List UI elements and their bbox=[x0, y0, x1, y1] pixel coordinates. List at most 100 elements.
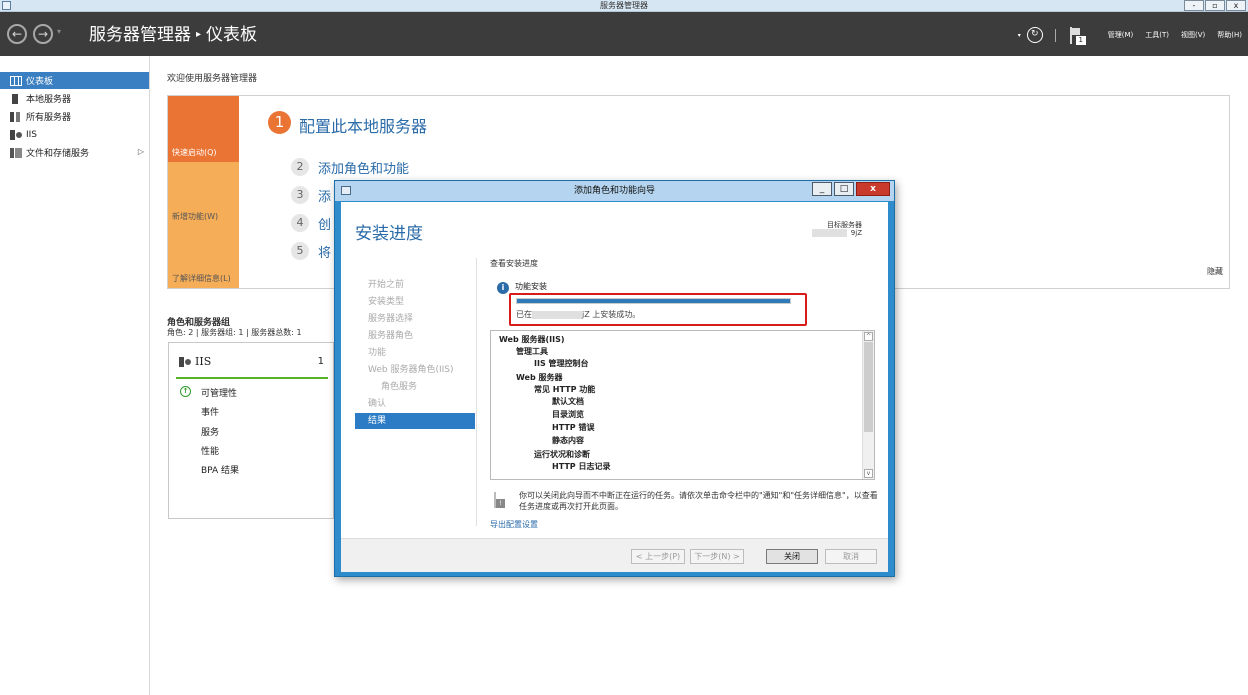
sidebar-item-local-server[interactable]: 本地服务器 bbox=[0, 90, 149, 107]
scroll-thumb[interactable] bbox=[864, 342, 873, 432]
card-row-performance[interactable]: 性能 bbox=[201, 444, 219, 457]
iis-role-card[interactable]: IIS 1 ↑ 可管理性 事件 服务 性能 BPA 结果 bbox=[168, 342, 334, 519]
wizard-step-web-server-role: Web 服务器角色(IIS) bbox=[368, 365, 454, 375]
tile-learn-more[interactable]: 了解详细信息(L) bbox=[168, 226, 239, 288]
step-3-link[interactable]: 添 bbox=[318, 186, 331, 205]
step-number: 4 bbox=[291, 214, 309, 232]
wizard-step-install-type: 安装类型 bbox=[368, 297, 405, 307]
status-up-icon: ↑ bbox=[180, 386, 191, 397]
tree-item: 管理工具 bbox=[516, 347, 548, 356]
next-button[interactable]: 下一步(N) > bbox=[690, 549, 744, 564]
restore-button[interactable]: ▫ bbox=[1205, 0, 1225, 11]
tree-item: HTTP 日志记录 bbox=[552, 462, 611, 471]
servers-icon bbox=[10, 111, 22, 122]
notifications-flag-icon[interactable]: 1 bbox=[1068, 26, 1086, 45]
menu-help[interactable]: 帮助(H) bbox=[1217, 30, 1242, 40]
tree-item: Web 服务器(IIS) bbox=[499, 335, 565, 344]
tree-item: 默认文档 bbox=[552, 397, 584, 406]
breadcrumb-root[interactable]: 服务器管理器 bbox=[89, 25, 191, 45]
card-row-services[interactable]: 服务 bbox=[201, 425, 219, 438]
notification-count-badge: 1 bbox=[1075, 35, 1086, 45]
export-config-link[interactable]: 导出配置设置 bbox=[490, 519, 538, 530]
tree-item: HTTP 错误 bbox=[552, 423, 595, 432]
cancel-button[interactable]: 取消 bbox=[825, 549, 877, 564]
nav-divider bbox=[1054, 28, 1056, 42]
tree-item: IIS 管理控制台 bbox=[534, 359, 589, 368]
sidebar-item-label: 本地服务器 bbox=[26, 95, 72, 105]
tree-scrollbar[interactable]: ^ v bbox=[862, 331, 874, 479]
chevron-right-icon[interactable]: ▷ bbox=[138, 147, 144, 156]
dialog-maximize-button[interactable]: □ bbox=[834, 182, 854, 196]
sidebar-item-dashboard[interactable]: 仪表板 bbox=[0, 72, 149, 89]
prev-button[interactable]: < 上一步(P) bbox=[631, 549, 685, 564]
dialog-close-button[interactable]: x bbox=[856, 182, 890, 196]
forward-arrow-icon[interactable]: → bbox=[33, 24, 53, 44]
dialog-controls: _ □ x bbox=[810, 182, 890, 196]
nav-right: ▾ ↻ 1 管理(M) 工具(T) 视图(V) 帮助(H) bbox=[1018, 26, 1242, 45]
tree-item: 目录浏览 bbox=[552, 410, 584, 419]
installed-features-tree[interactable]: Web 服务器(IIS) 管理工具 IIS 管理控制台 Web 服务器 常见 H… bbox=[490, 330, 875, 480]
dialog-titlebar: 添加角色和功能向导 _ □ x bbox=[335, 181, 894, 201]
hide-link[interactable]: 隐藏 bbox=[1207, 266, 1223, 277]
nav-divider bbox=[476, 258, 477, 526]
scroll-down-icon[interactable]: v bbox=[864, 469, 873, 478]
wizard-step-features: 功能 bbox=[368, 348, 387, 358]
status-bar bbox=[176, 377, 328, 379]
tile-whats-new[interactable]: 新增功能(W) bbox=[168, 162, 239, 226]
dialog-body: 安装进度 目标服务器 9jZ 开始之前 安装类型 服务器选择 服务器角色 功能 … bbox=[341, 202, 888, 572]
dashboard-icon bbox=[10, 75, 22, 86]
history-dropdown-icon[interactable]: ▾ bbox=[57, 27, 61, 36]
breadcrumb-separator-icon: ▸ bbox=[196, 29, 202, 40]
add-roles-wizard-dialog: 添加角色和功能向导 _ □ x 安装进度 目标服务器 9jZ 开始之前 安装类型… bbox=[334, 180, 895, 577]
tree-item: 常见 HTTP 功能 bbox=[534, 385, 596, 394]
dialog-title: 添加角色和功能向导 bbox=[573, 186, 655, 196]
iis-icon bbox=[179, 356, 191, 367]
back-arrow-icon[interactable]: ← bbox=[7, 24, 27, 44]
red-highlight-box bbox=[509, 293, 807, 326]
step-number: 2 bbox=[291, 158, 309, 176]
step-add-roles[interactable]: 添加角色和功能 bbox=[318, 158, 409, 177]
step-number: 5 bbox=[291, 242, 309, 260]
tree-item: 静态内容 bbox=[552, 436, 584, 445]
window-titlebar: 服务器管理器 - ▫ x bbox=[0, 0, 1248, 12]
tile-quick-start[interactable]: 快速启动(Q) bbox=[168, 96, 239, 162]
sidebar-item-label: 仪表板 bbox=[26, 77, 54, 87]
step-5-link[interactable]: 将 bbox=[318, 242, 331, 261]
breadcrumb: 服务器管理器 ▸ 仪表板 bbox=[89, 24, 257, 46]
feature-install-label: 功能安装 bbox=[515, 282, 547, 291]
notification-flag-icon: ! bbox=[493, 492, 505, 508]
sidebar: 仪表板 本地服务器 所有服务器 IIS 文件和存储服务 ▷ bbox=[0, 56, 150, 695]
iis-card-count: 1 bbox=[317, 356, 324, 367]
card-row-bpa[interactable]: BPA 结果 bbox=[201, 463, 239, 476]
refresh-icon[interactable]: ↻ bbox=[1026, 27, 1043, 43]
step-configure-local-server[interactable]: 配置此本地服务器 bbox=[299, 113, 427, 137]
wizard-step-confirmation: 确认 bbox=[368, 399, 387, 409]
step-4-link[interactable]: 创 bbox=[318, 214, 331, 233]
close-button[interactable]: x bbox=[1226, 0, 1246, 11]
close-wizard-button[interactable]: 关闭 bbox=[766, 549, 818, 564]
sidebar-item-all-servers[interactable]: 所有服务器 bbox=[0, 108, 149, 125]
menu-tools[interactable]: 工具(T) bbox=[1145, 30, 1169, 40]
view-progress-label: 查看安装进度 bbox=[490, 259, 538, 268]
wizard-step-results[interactable]: 结果 bbox=[355, 413, 475, 429]
menu-manage[interactable]: 管理(M) bbox=[1108, 30, 1134, 40]
sidebar-item-label: IIS bbox=[26, 129, 38, 140]
sidebar-item-label: 所有服务器 bbox=[26, 113, 72, 123]
minimize-button[interactable]: - bbox=[1184, 0, 1204, 11]
dialog-minimize-button[interactable]: _ bbox=[812, 182, 832, 196]
sidebar-item-file-storage[interactable]: 文件和存储服务 ▷ bbox=[0, 144, 149, 161]
scroll-up-icon[interactable]: ^ bbox=[864, 332, 873, 341]
wizard-step-before-you-begin: 开始之前 bbox=[368, 280, 405, 290]
breadcrumb-page: 仪表板 bbox=[206, 25, 258, 45]
menu-view[interactable]: 视图(V) bbox=[1181, 30, 1205, 40]
sidebar-item-iis[interactable]: IIS bbox=[0, 126, 149, 143]
wizard-icon bbox=[341, 186, 351, 195]
card-row-events[interactable]: 事件 bbox=[201, 405, 219, 418]
close-wizard-note: 你可以关闭此向导而不中断正在运行的任务。请依次单击命令栏中的"通知"和"任务详细… bbox=[519, 491, 878, 511]
target-server-value: 9jZ bbox=[812, 229, 862, 237]
refresh-dropdown-icon[interactable]: ▾ bbox=[1018, 32, 1021, 39]
tree-item: 运行状况和诊断 bbox=[534, 450, 590, 459]
sidebar-item-label: 文件和存储服务 bbox=[26, 149, 90, 159]
tree-item: Web 服务器 bbox=[516, 373, 563, 382]
card-row-manageability[interactable]: 可管理性 bbox=[201, 386, 237, 399]
